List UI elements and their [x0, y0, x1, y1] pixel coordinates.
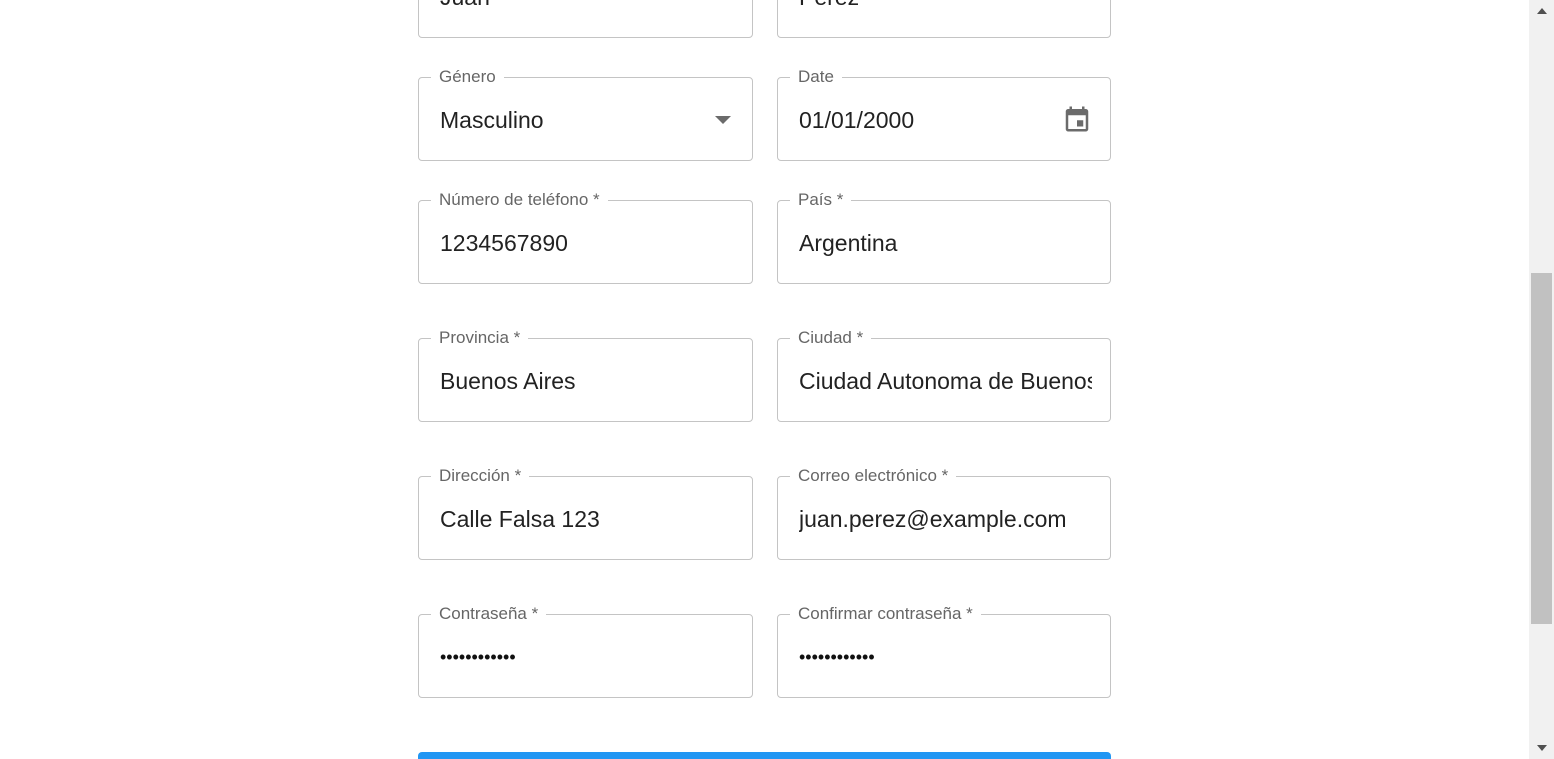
province-label: Provincia *: [431, 328, 529, 348]
city-value: Ciudad Autonoma de Buenos Aires: [799, 368, 1092, 394]
scrollbar-thumb[interactable]: [1531, 273, 1552, 624]
country-label: País *: [790, 190, 852, 210]
vertical-scrollbar[interactable]: [1529, 0, 1554, 759]
arrow-down-icon: [1537, 745, 1547, 751]
password-value: ••••••••••••: [440, 647, 516, 667]
confirm-password-value: ••••••••••••: [799, 647, 875, 667]
email-value: juan.perez@example.com: [799, 506, 1067, 532]
confirm-password-label: Confirmar contraseña *: [790, 604, 981, 624]
date-value: 01/01/2000: [799, 107, 915, 133]
province-value: Buenos Aires: [440, 368, 576, 394]
country-field[interactable]: País * Argentina: [777, 190, 1111, 284]
registration-page: Juan Perez Género Masculino Date 01/01/2…: [0, 0, 1554, 759]
scroll-up-button[interactable]: [1529, 0, 1554, 22]
gender-label: Género: [431, 67, 504, 87]
phone-label: Número de teléfono *: [431, 190, 608, 210]
last-name-value: Perez: [799, 0, 1092, 13]
arrow-up-icon: [1537, 8, 1547, 14]
date-field[interactable]: Date 01/01/2000: [777, 67, 1111, 161]
email-field[interactable]: Correo electrónico * juan.perez@example.…: [777, 466, 1111, 560]
phone-value: 1234567890: [440, 230, 568, 256]
calendar-icon[interactable]: [1062, 103, 1092, 135]
first-name-value: Juan: [440, 0, 734, 13]
chevron-down-icon[interactable]: [715, 116, 731, 124]
address-value: Calle Falsa 123: [440, 506, 600, 532]
province-field[interactable]: Provincia * Buenos Aires: [418, 328, 753, 422]
address-label: Dirección *: [431, 466, 530, 486]
date-label: Date: [790, 67, 842, 87]
address-field[interactable]: Dirección * Calle Falsa 123: [418, 466, 753, 560]
submit-button[interactable]: [418, 752, 1111, 759]
password-field[interactable]: Contraseña * ••••••••••••: [418, 604, 753, 698]
city-label: Ciudad *: [790, 328, 872, 348]
first-name-field[interactable]: Juan: [418, 0, 753, 38]
gender-select[interactable]: Género Masculino: [418, 67, 753, 161]
confirm-password-field[interactable]: Confirmar contraseña * ••••••••••••: [777, 604, 1111, 698]
scroll-down-button[interactable]: [1529, 737, 1554, 759]
city-field[interactable]: Ciudad * Ciudad Autonoma de Buenos Aires: [777, 328, 1111, 422]
phone-field[interactable]: Número de teléfono * 1234567890: [418, 190, 753, 284]
password-label: Contraseña *: [431, 604, 547, 624]
country-value: Argentina: [799, 230, 898, 256]
gender-value: Masculino: [440, 107, 544, 133]
last-name-field[interactable]: Perez: [777, 0, 1111, 38]
email-label: Correo electrónico *: [790, 466, 957, 486]
